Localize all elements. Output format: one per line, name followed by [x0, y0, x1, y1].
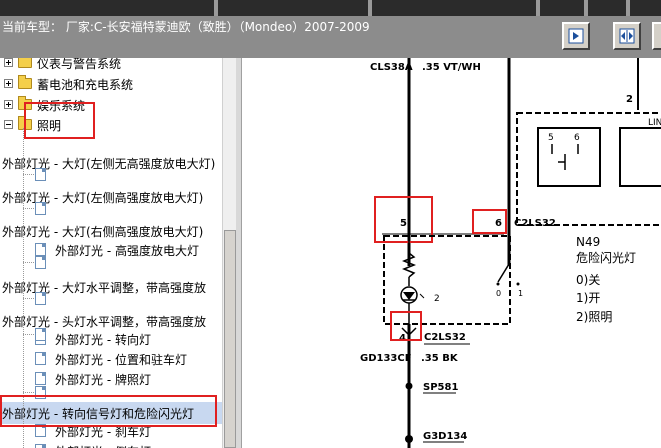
document-icon: [35, 202, 46, 215]
ground-label: G3D134: [423, 431, 467, 442]
tree-item[interactable]: 外部灯光 - 位置和驻车灯: [0, 348, 222, 370]
nav-prev-button[interactable]: [562, 22, 590, 50]
toolbar-block: [540, 0, 584, 16]
module-name: 危险闪光灯: [576, 250, 636, 265]
split-view-icon: [619, 28, 635, 44]
document-icon: [35, 168, 46, 181]
topic-tree: 仪表与警告系统 蓄电池和充电系统 娱乐系统 照明 外部灯光 - 大灯(左侧无高强度放电大…: [0, 58, 236, 448]
switch-symbol: [497, 263, 510, 283]
tree-guide-line: [23, 208, 34, 209]
switch-contact: [496, 282, 500, 286]
document-icon: [35, 372, 46, 385]
lamp-diode: [403, 292, 415, 300]
toolbar-block: [372, 0, 536, 16]
wire-top-code: CLS38A: [370, 62, 413, 73]
tree-item[interactable]: 外部灯光 - 牌照灯: [0, 368, 222, 390]
toolbar-block: [630, 0, 661, 16]
tree-item-label: 外部灯光 - 大灯(左侧高强度放电大灯): [2, 191, 204, 205]
tree-item[interactable]: 外部灯光 - 高强度放电大灯: [0, 239, 222, 261]
expand-plus-icon[interactable]: [4, 100, 13, 109]
document-icon: [35, 328, 46, 341]
state-off: 0)关: [576, 273, 600, 287]
tree-guide-line: [23, 262, 34, 263]
toolbar-block: [588, 0, 626, 16]
document-icon: [35, 292, 46, 305]
connector-right-label: C2LS32: [514, 218, 556, 229]
wiring-diagram: CLS38A .35 VT/WH 2 5 6 LIN 5 6 C2LS32 2 …: [360, 58, 661, 448]
header-bar: 当前车型： 厂家:C-长安福特蒙迪欧（致胜）（Mondeo）2007-2009: [0, 0, 661, 58]
pin-6: 6: [495, 218, 502, 229]
tree-item[interactable]: 仪表与警告系统: [0, 58, 222, 74]
state-lighting: 2)照明: [576, 310, 612, 324]
tree-guide-line: [23, 298, 34, 299]
tree-guide-line: [23, 392, 34, 393]
collapse-minus-icon[interactable]: [4, 120, 13, 129]
wire-bottom-spec: .35 BK: [421, 353, 459, 364]
ground-dot: [405, 435, 413, 443]
document-icon: [35, 444, 46, 448]
tree-item-label: 外部灯光 - 大灯水平调整，带高强度放: [2, 281, 206, 295]
toolbar-block: [0, 0, 214, 16]
top-toolbar-strip: [0, 0, 661, 16]
state-on: 1)开: [576, 291, 600, 305]
tree-item[interactable]: 外部灯光 - 倒车灯: [0, 440, 222, 448]
highlight-pin-4: [390, 311, 422, 341]
folder-icon: [18, 58, 32, 68]
tree-item[interactable]: 蓄电池和充电系统: [0, 73, 222, 95]
highlight-selected-item: [0, 395, 217, 427]
lin-label: LIN: [648, 118, 661, 128]
tree-item-label: 外部灯光 - 高强度放电大灯: [55, 244, 199, 258]
toolbar-button-partial[interactable]: [652, 22, 661, 50]
wire-bottom-code: GD133CF: [360, 353, 412, 364]
tree-item-label: 外部灯光 - 倒车灯: [55, 443, 151, 448]
switch-pos-0: 0: [496, 289, 501, 298]
nav-prev-icon: [568, 28, 584, 44]
tree-item-label: 外部灯光 - 转向灯: [55, 333, 151, 347]
tree-item[interactable]: 外部灯光 - 转向灯: [0, 328, 222, 350]
folder-icon: [18, 75, 32, 89]
document-icon: [35, 243, 46, 256]
switch-pos-1: 1: [518, 289, 523, 298]
tree-scrollbar[interactable]: [222, 58, 236, 448]
highlight-lighting-folder: [24, 102, 95, 139]
wire-top-spec: .35 VT/WH: [422, 62, 481, 73]
lamp-ray: [419, 293, 425, 299]
tree-item-label: 外部灯光 - 大灯(左侧无高强度放电大灯): [2, 157, 216, 171]
tree-scrollbar-thumb[interactable]: [224, 230, 236, 448]
module-code: N49: [576, 235, 600, 249]
tree-item-label: 外部灯光 - 位置和驻车灯: [55, 353, 187, 367]
splice-dot: [405, 382, 413, 390]
pin-4: 4: [399, 333, 406, 344]
split-view-button[interactable]: [613, 22, 641, 50]
tree-item[interactable]: 外部灯光 - 大灯(左侧高强度放电大灯): [0, 186, 222, 208]
pin-2-top: 2: [626, 94, 633, 105]
tree-item[interactable]: 外部灯光 - 大灯(左侧无高强度放电大灯): [0, 152, 222, 174]
expand-plus-icon[interactable]: [4, 58, 13, 67]
tree-item-label: 外部灯光 - 牌照灯: [55, 373, 151, 387]
tree-item-label: 蓄电池和充电系统: [37, 78, 134, 92]
toolbar-block: [218, 0, 368, 16]
expand-plus-icon[interactable]: [4, 79, 13, 88]
tree-guide-line: [23, 174, 34, 175]
lin-box: [619, 127, 661, 187]
tree-item-label: 外部灯光 - 大灯(右侧高强度放电大灯): [2, 225, 204, 239]
hazard-module-box: [383, 235, 511, 325]
tree-item[interactable]: 外部灯光 - 大灯水平调整，带高强度放: [0, 276, 222, 298]
relay-pin-5: 5: [548, 133, 554, 143]
relay-pin-6: 6: [574, 133, 580, 143]
splice-label: SP581: [423, 382, 458, 393]
tree-item-label: 仪表与警告系统: [37, 58, 122, 71]
document-icon: [35, 256, 46, 269]
pin-2-lamp: 2: [434, 294, 440, 304]
connector-bottom-label: C2LS32: [424, 332, 466, 343]
current-vehicle-label: 当前车型： 厂家:C-长安福特蒙迪欧（致胜）（Mondeo）2007-2009: [2, 20, 370, 34]
tree-guide-line: [23, 334, 34, 335]
pin-5: 5: [400, 218, 407, 229]
document-icon: [35, 352, 46, 365]
switch-contact: [516, 282, 520, 286]
